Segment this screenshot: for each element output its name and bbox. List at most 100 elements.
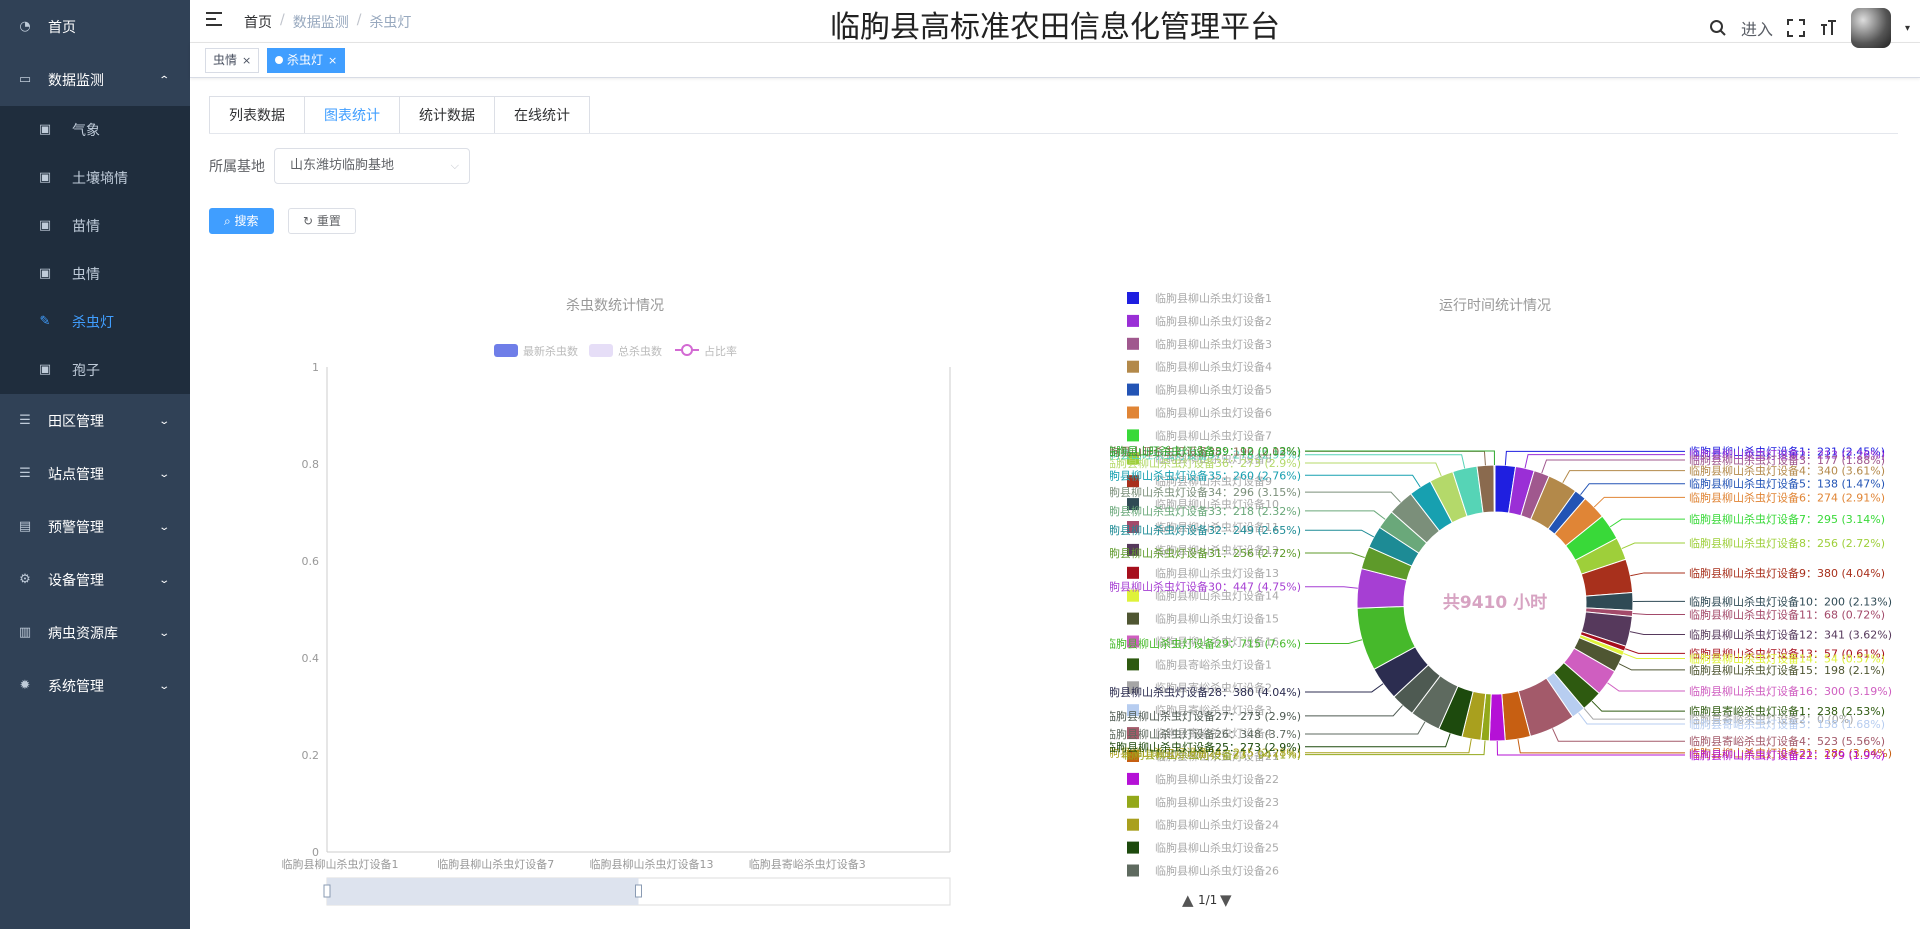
- tab-chart-stats[interactable]: 图表统计: [305, 97, 400, 134]
- legend-swatch[interactable]: [1127, 337, 1139, 350]
- datazoom-handle-start[interactable]: [323, 884, 331, 898]
- list-icon: ☰: [19, 412, 31, 428]
- pie-slice-label: 临朐县柳山杀虫灯设备22：179 (1.9%): [1689, 748, 1885, 762]
- legend-swatch[interactable]: [1127, 841, 1139, 854]
- sidebar-item-spore[interactable]: ▣ 孢子: [0, 346, 190, 394]
- tab-statistics[interactable]: 统计数据: [400, 97, 495, 134]
- sidebar: ◔ 首页 ▭ 数据监测 ⌃ ▣ 气象 ▣ 土壤墒情 ▣ 苗情 ▣ 虫情 ✎ 杀虫…: [0, 0, 190, 929]
- legend-next-icon[interactable]: ▼: [1220, 891, 1232, 909]
- sidebar-item-label: 土壤墒情: [72, 171, 128, 187]
- legend-item-label[interactable]: 临朐县柳山杀虫灯设备24: [1155, 818, 1279, 832]
- sidebar-item-label: 数据监测: [48, 72, 104, 89]
- datazoom-handle-end[interactable]: [635, 884, 642, 898]
- chart-icon: ▣: [38, 218, 52, 233]
- close-icon[interactable]: ×: [242, 54, 251, 67]
- search-button[interactable]: ⌕ 搜索: [209, 208, 274, 234]
- document-icon: ▤: [18, 518, 32, 534]
- sidebar-item-insect-lamp[interactable]: ✎ 杀虫灯: [0, 298, 190, 346]
- sidebar-item-data-monitor[interactable]: ▭ 数据监测 ⌃: [0, 53, 190, 106]
- legend-swatch[interactable]: [1127, 612, 1139, 625]
- tags-view: 虫情 × 杀虫灯 ×: [190, 43, 1920, 78]
- legend-item-label[interactable]: 临朐县柳山杀虫灯设备25: [1155, 841, 1279, 855]
- base-select[interactable]: 山东潍坊临朐基地 ⌵: [274, 148, 470, 184]
- pie-slice[interactable]: [1493, 464, 1496, 513]
- search-button-label: 搜索: [234, 214, 259, 228]
- enter-link[interactable]: 进入: [1741, 16, 1773, 40]
- breadcrumb-current: 杀虫灯: [369, 15, 412, 31]
- tag-insect-lamp[interactable]: 杀虫灯 ×: [267, 48, 346, 73]
- legend-swatch[interactable]: [1127, 795, 1139, 808]
- legend-pager: ▲ 1/1 ▼: [1182, 891, 1232, 909]
- datazoom-window[interactable]: [327, 878, 639, 905]
- pie-label-line: [1618, 663, 1685, 671]
- legend-prev-icon[interactable]: ▲: [1182, 891, 1194, 909]
- legend-item-label[interactable]: 临朐县柳山杀虫灯设备2: [1155, 314, 1272, 328]
- caret-down-icon[interactable]: ▾: [1905, 23, 1910, 34]
- legend-swatch[interactable]: [1127, 406, 1139, 419]
- legend-item-label[interactable]: 临朐县柳山杀虫灯设备4: [1155, 360, 1272, 374]
- pie-center-label: 共9410 小时: [1443, 593, 1547, 613]
- legend-item-label[interactable]: 临朐县柳山杀虫灯设备23: [1155, 795, 1279, 809]
- legend-item-label[interactable]: 临朐县柳山杀虫灯设备22: [1155, 772, 1279, 786]
- chevron-down-icon: ⌄: [157, 468, 170, 480]
- tab-divider: [209, 133, 1898, 134]
- legend-item-label[interactable]: 临朐县柳山杀虫灯设备13: [1155, 566, 1279, 580]
- legend-item-label[interactable]: 临朐县柳山杀虫灯设备26: [1155, 864, 1279, 878]
- legend-swatch[interactable]: [1127, 383, 1139, 396]
- tag-pest[interactable]: 虫情 ×: [205, 48, 260, 73]
- legend-swatch[interactable]: [1127, 566, 1139, 579]
- legend-swatch[interactable]: [1127, 772, 1139, 785]
- sidebar-item-home[interactable]: ◔ 首页: [0, 0, 190, 53]
- legend-item-label[interactable]: 临朐县柳山杀虫灯设备6: [1155, 406, 1272, 420]
- legend-label-total: 总杀虫数: [618, 344, 662, 358]
- tab-list-data[interactable]: 列表数据: [210, 97, 305, 134]
- legend-swatch[interactable]: [1127, 429, 1139, 442]
- legend-item-label[interactable]: 临朐县寄峪杀虫灯设备1: [1155, 657, 1272, 671]
- legend-swatch-latest: [494, 344, 518, 357]
- sidebar-item-library[interactable]: ▥ 病虫资源库 ⌄: [0, 606, 190, 659]
- pie-label-line: [1305, 683, 1384, 693]
- chart-icon: ▣: [38, 266, 52, 281]
- legend-item-label[interactable]: 临朐县柳山杀虫灯设备5: [1155, 383, 1272, 397]
- pie-label-line: [1305, 721, 1426, 735]
- pie-label-line: [1305, 510, 1386, 520]
- legend-item-label[interactable]: 临朐县柳山杀虫灯设备3: [1155, 337, 1272, 351]
- chart-icon: ▣: [38, 362, 52, 377]
- datazoom-slider[interactable]: [323, 877, 951, 906]
- legend-swatch-ratio-marker: [681, 344, 693, 356]
- pie-label-line: [1504, 450, 1685, 466]
- sidebar-item-weather[interactable]: ▣ 气象: [0, 106, 190, 154]
- chevron-down-icon: ⌵: [450, 159, 459, 172]
- sidebar-item-field[interactable]: ☰ 田区管理 ⌄: [0, 394, 190, 447]
- search-icon[interactable]: [1709, 19, 1727, 37]
- sidebar-item-station[interactable]: ☰ 站点管理 ⌄: [0, 447, 190, 500]
- legend-item-label[interactable]: 临朐县柳山杀虫灯设备15: [1155, 612, 1279, 626]
- fullscreen-icon[interactable]: [1786, 19, 1805, 37]
- sidebar-item-device[interactable]: ⚙ 设备管理 ⌄: [0, 553, 190, 606]
- pie-slice[interactable]: [1585, 592, 1634, 611]
- legend-swatch[interactable]: [1127, 292, 1139, 304]
- navbar: 临朐县高标准农田信息化管理平台 首页 / 数据监测 / 杀虫灯 进入 ▾: [190, 0, 1920, 48]
- reset-button[interactable]: ↻ 重置: [288, 208, 356, 234]
- legend-item-label[interactable]: 临朐县柳山杀虫灯设备7: [1155, 428, 1272, 442]
- legend-item-label[interactable]: 临朐县柳山杀虫灯设备1: [1155, 291, 1272, 305]
- font-size-icon[interactable]: [1819, 19, 1837, 37]
- avatar[interactable]: [1850, 8, 1891, 48]
- pie-label-line: [1305, 462, 1442, 477]
- sidebar-item-pest[interactable]: ▣ 虫情: [0, 250, 190, 298]
- active-dot-icon: [275, 56, 283, 64]
- sidebar-item-system[interactable]: ✹ 系统管理 ⌄: [0, 659, 190, 712]
- close-icon[interactable]: ×: [328, 54, 337, 67]
- legend-swatch[interactable]: [1127, 658, 1139, 671]
- legend-swatch[interactable]: [1127, 314, 1139, 327]
- legend-swatch[interactable]: [1127, 864, 1139, 877]
- tab-online-stats[interactable]: 在线统计: [495, 97, 589, 134]
- legend-swatch[interactable]: [1127, 818, 1139, 831]
- legend-swatch[interactable]: [1127, 360, 1139, 373]
- sidebar-item-seedling[interactable]: ▣ 苗情: [0, 202, 190, 250]
- breadcrumb-home[interactable]: 首页: [244, 12, 272, 32]
- x-tick-label: 临朐县柳山杀虫灯设备7: [437, 857, 554, 871]
- sidebar-item-warning[interactable]: ▤ 预警管理 ⌄: [0, 500, 190, 553]
- legend-label-ratio: 占比率: [704, 344, 737, 358]
- sidebar-item-soil[interactable]: ▣ 土壤墒情: [0, 154, 190, 202]
